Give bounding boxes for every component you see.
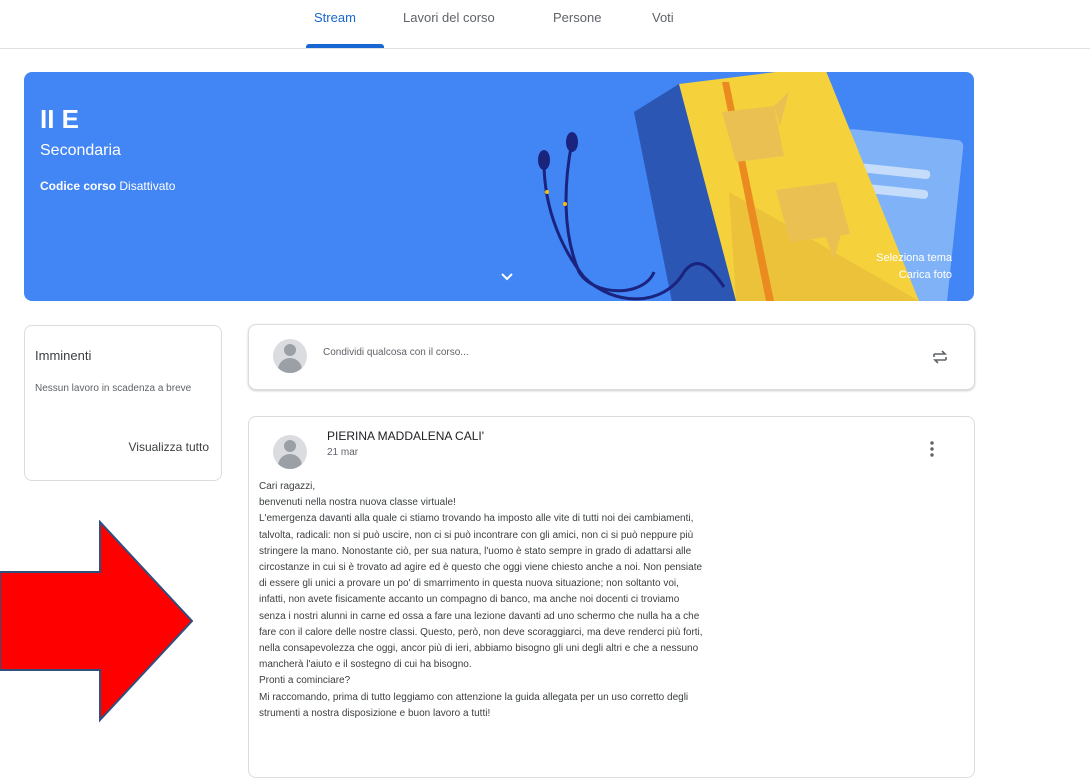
class-code-label: Codice corso (40, 179, 117, 193)
post-line: mancherà l'aiuto e il sostegno di cui ha… (259, 659, 472, 671)
tab-grades[interactable]: Voti (652, 10, 674, 25)
post-line: nella consapevolezza che oggi, ancor più… (259, 643, 699, 655)
upcoming-title: Imminenti (35, 348, 92, 363)
avatar (273, 339, 307, 373)
post-card: PIERINA MADDALENA CALI' 21 mar Cari raga… (248, 416, 975, 778)
red-arrow-annotation (0, 520, 194, 723)
post-line: Cari ragazzi, (259, 481, 316, 492)
post-line: benvenuti nella nostra nuova classe virt… (259, 497, 456, 509)
upcoming-card: Imminenti Nessun lavoro in scadenza a br… (24, 325, 222, 481)
tab-stream[interactable]: Stream (314, 10, 356, 25)
class-banner: II E Secondaria Codice corso Disattivato… (24, 72, 974, 301)
post-line: stringere la mano. Nonostante ciò, per s… (259, 545, 692, 557)
post-line: L'emergenza davanti alla quale ci stiamo… (259, 513, 694, 525)
top-tab-bar: Stream Lavori del corso Persone Voti (0, 0, 1090, 49)
upload-photo-link[interactable]: Carica foto (899, 269, 952, 281)
class-code: Codice corso Disattivato (40, 179, 175, 193)
post-line: Pronti a cominciare? (259, 675, 351, 687)
upcoming-empty-text: Nessun lavoro in scadenza a breve (35, 383, 192, 394)
post-line: talvolta, radicali: non si può uscire, n… (259, 529, 694, 541)
view-all-link[interactable]: Visualizza tutto (129, 440, 210, 454)
post-line: di essere gli unici a provare un po' di … (259, 578, 679, 590)
post-body: Cari ragazzi, benvenuti nella nostra nuo… (259, 479, 829, 722)
active-tab-indicator (306, 44, 384, 48)
author-avatar (273, 435, 307, 469)
share-box[interactable]: Condividi qualcosa con il corso... (248, 324, 975, 390)
share-input[interactable]: Condividi qualcosa con il corso... (323, 347, 469, 358)
tab-people[interactable]: Persone (553, 10, 601, 25)
class-title: II E (40, 104, 80, 134)
repost-icon[interactable] (931, 347, 949, 367)
post-line: Mi raccomando, prima di tutto leggiamo c… (259, 691, 689, 703)
post-line: senza i nostri alunni in carne ed ossa a… (259, 610, 700, 622)
tab-classwork[interactable]: Lavori del corso (403, 10, 495, 25)
post-author: PIERINA MADDALENA CALI' (327, 429, 485, 443)
post-line: infatti, non avete fisicamente accanto u… (259, 594, 680, 606)
class-section: Secondaria (40, 142, 121, 159)
chevron-down-icon[interactable] (500, 272, 514, 282)
select-theme-link[interactable]: Seleziona tema (876, 252, 952, 264)
post-line: strumenti a nostra disposizione e buon l… (259, 707, 491, 719)
post-line: circostanze in cui si è trovato ad agire… (259, 562, 703, 574)
class-code-value: Disattivato (119, 179, 176, 193)
post-date: 21 mar (327, 447, 359, 458)
more-vert-icon[interactable] (929, 441, 935, 457)
post-line: fare con il calore delle nostre classi. … (259, 626, 703, 638)
